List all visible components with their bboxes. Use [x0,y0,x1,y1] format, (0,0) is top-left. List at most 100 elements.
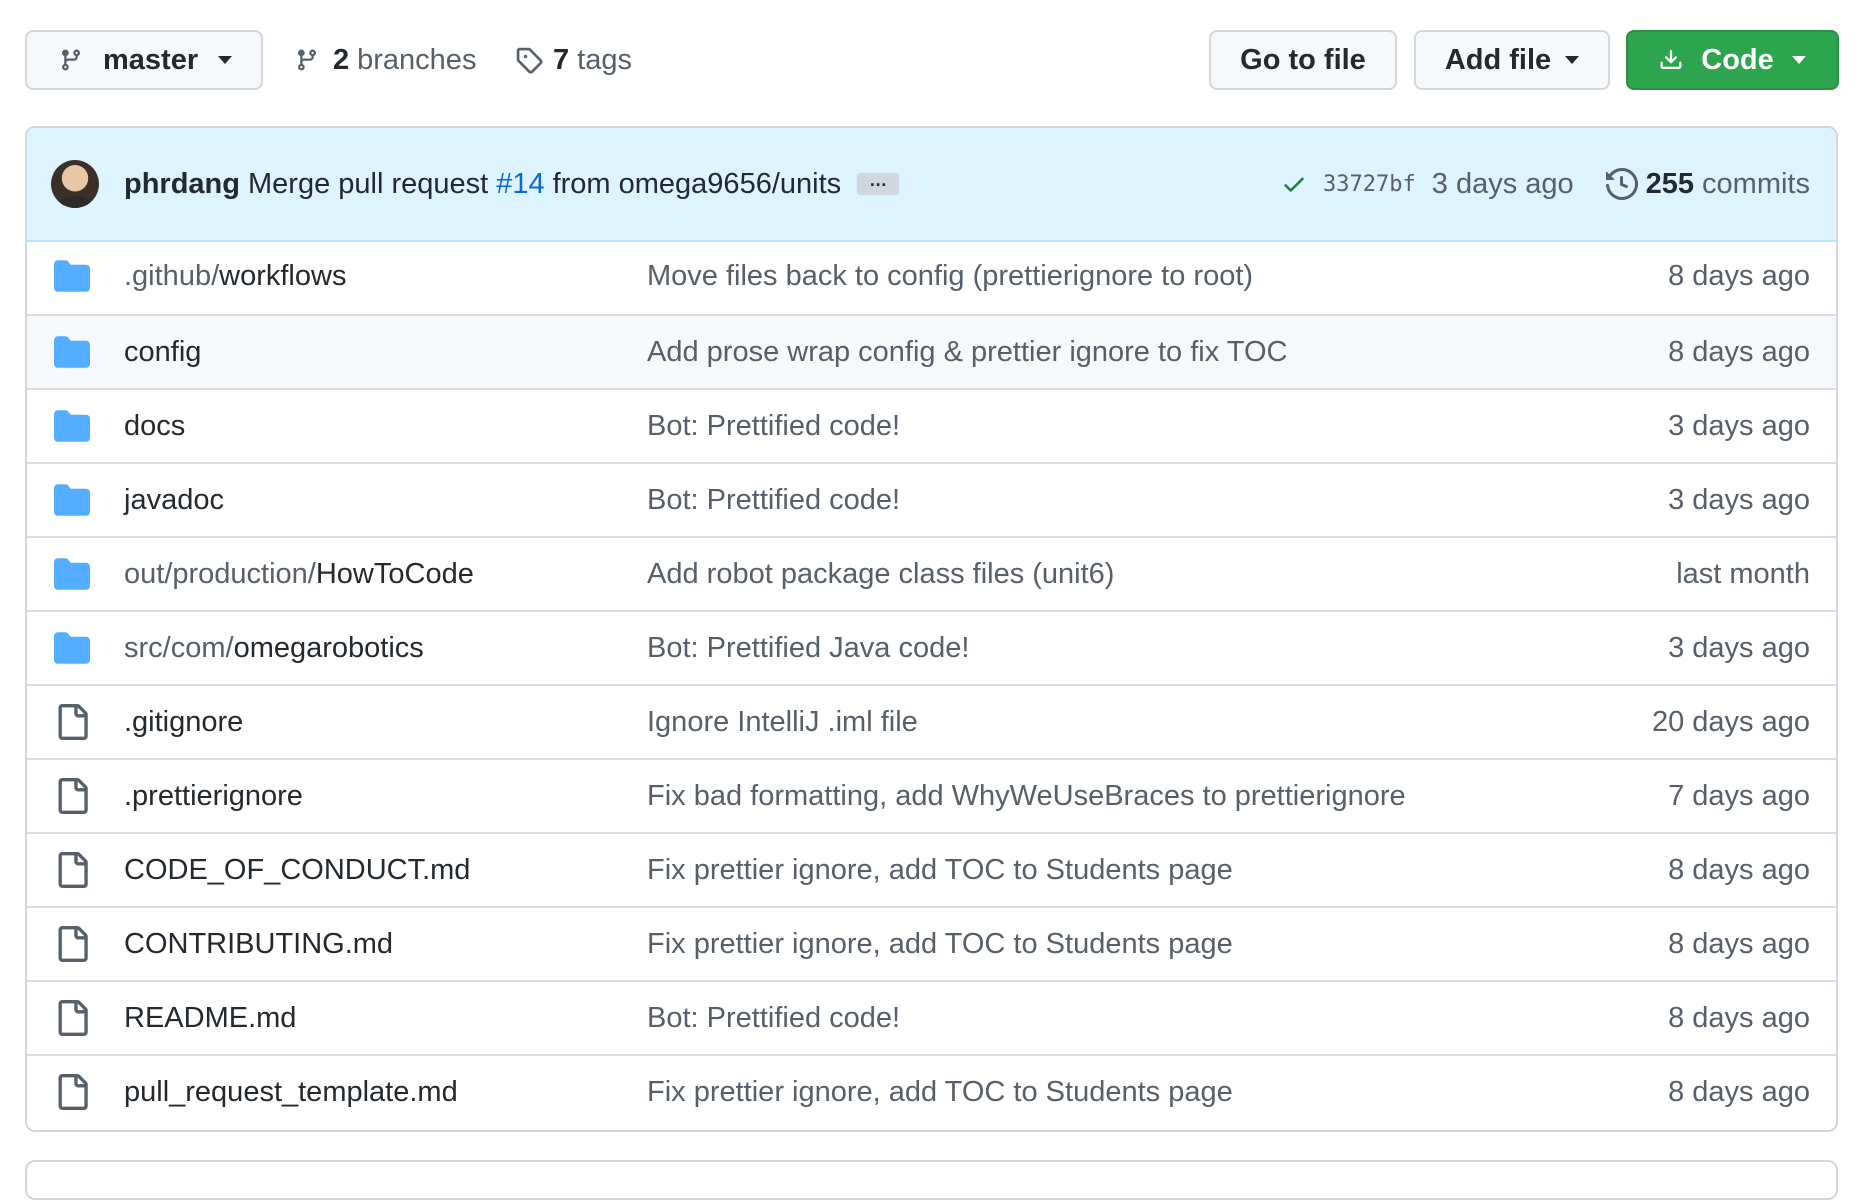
file-name-link[interactable]: out/production/HowToCode [124,538,474,610]
commit-message-start[interactable]: Merge pull request [248,168,488,201]
file-row[interactable]: pull_request_template.md Fix prettier ign… [27,1054,1836,1128]
file-commit-message[interactable]: Bot: Prettified code! [647,982,900,1054]
file-icon [54,1000,90,1036]
file-name-link[interactable]: config [124,316,201,388]
branches-count: 2 [333,43,350,76]
add-file-button[interactable]: Add file [1414,30,1610,90]
file-name: .gitignore [124,705,244,738]
file-commit-message[interactable]: Add prose wrap config & prettier ignore … [647,316,1287,388]
file-commit-message[interactable]: Add robot package class files (unit6) [647,538,1114,610]
file-name-link[interactable]: docs [124,390,185,462]
file-commit-age: 8 days ago [1668,927,1810,960]
folder-icon [54,482,90,518]
commit-details: 33727bf 3 days ago 255 commits [1281,128,1810,240]
commits-count: 255 [1645,167,1695,200]
file-name-link[interactable]: CODE_OF_CONDUCT.md [124,834,470,906]
file-row[interactable]: .prettierignore Fix bad formatting, add W… [27,758,1836,832]
file-commit-message[interactable]: Move files back to config (prettierignor… [647,240,1253,312]
file-commit-age: last month [1676,557,1810,590]
file-name-link[interactable]: README.md [124,982,296,1054]
file-name-link[interactable]: .prettierignore [124,760,303,832]
file-name-link[interactable]: .github/workflows [124,240,346,312]
folder-icon [54,408,90,444]
file-path-prefix: out/production/ [124,557,316,590]
folder-icon [54,334,90,370]
file-name: .prettierignore [124,779,303,812]
file-commit-message[interactable]: Fix bad formatting, add WhyWeUseBraces t… [647,760,1406,832]
file-row[interactable]: docs Bot: Prettified code! 3 days ago [27,388,1836,462]
file-row[interactable]: javadoc Bot: Prettified code! 3 days ago [27,462,1836,536]
file-commit-age: 8 days ago [1668,853,1810,886]
folder-icon [54,630,90,666]
history-icon [1605,168,1638,200]
file-row[interactable]: out/production/HowToCode Add robot packag… [27,536,1836,610]
author-avatar[interactable] [51,160,99,208]
file-row[interactable]: config Add prose wrap config & prettier i… [27,314,1836,388]
go-to-file-button[interactable]: Go to file [1209,30,1397,90]
file-commit-message[interactable]: Fix prettier ignore, add TOC to Students… [647,908,1233,980]
branch-select-button[interactable]: master [25,30,263,90]
file-name: CONTRIBUTING.md [124,927,394,960]
file-name: pull_request_template.md [124,1075,458,1108]
tags-label: tags [577,43,632,76]
file-row[interactable]: README.md Bot: Prettified code! 8 days ago [27,980,1836,1054]
file-icon [54,1074,90,1110]
check-icon[interactable] [1281,171,1307,197]
tag-icon [516,47,543,74]
file-name: config [124,335,202,368]
download-icon [1660,49,1682,69]
file-commit-message[interactable]: Fix prettier ignore, add TOC to Students… [647,834,1233,906]
file-name: CODE_OF_CONDUCT.md [124,853,471,886]
file-commit-age: 3 days ago [1668,631,1810,664]
folder-icon [54,258,90,294]
file-commit-age: 3 days ago [1668,409,1810,442]
file-row[interactable]: .github/workflows Move files back to conf… [27,240,1836,314]
go-to-file-label: Go to file [1240,43,1366,76]
file-commit-age: 3 days ago [1668,483,1810,516]
file-commit-message[interactable]: Fix prettier ignore, add TOC to Students… [647,1056,1233,1128]
file-icon [54,704,90,740]
file-name: HowToCode [315,557,474,590]
file-commit-age: 8 days ago [1668,1075,1810,1108]
code-button[interactable]: Code [1626,30,1839,90]
caret-down-icon [218,56,233,64]
expand-commit-button[interactable]: … [857,171,900,195]
branch-name: master [103,43,199,76]
branches-link[interactable]: 2 branches [295,30,476,90]
branches-label: branches [357,43,477,76]
file-commit-message[interactable]: Bot: Prettified code! [647,464,900,536]
file-row[interactable]: src/com/omegarobotics Bot: Prettified Jav… [27,610,1836,684]
file-commit-message[interactable]: Bot: Prettified Java code! [647,612,969,684]
commits-label: commits [1702,167,1810,200]
commit-author[interactable]: phrdang [124,168,240,201]
file-commit-message[interactable]: Ignore IntelliJ .iml file [647,686,918,758]
add-file-label: Add file [1444,43,1552,76]
file-row[interactable]: .gitignore Ignore IntelliJ .iml file 20 da… [27,684,1836,758]
file-name-link[interactable]: javadoc [124,464,224,536]
pull-request-link[interactable]: #14 [496,168,544,201]
file-name: javadoc [124,483,224,516]
file-path-prefix: src/com/ [124,631,234,664]
commits-link[interactable]: 255 commits [1646,168,1810,201]
commit-message-end[interactable]: from omega9656/units [553,168,842,201]
tags-link[interactable]: 7 tags [515,30,632,90]
git-branch-icon [297,49,316,71]
caret-down-icon [1565,56,1580,64]
file-commit-age: 7 days ago [1668,779,1810,812]
file-name: README.md [124,1001,297,1034]
file-icon [54,852,90,888]
git-branch-icon [61,49,80,71]
file-icon [54,926,90,962]
file-name: docs [124,409,186,442]
file-row[interactable]: CONTRIBUTING.md Fix prettier ignore, add … [27,906,1836,980]
file-commit-message[interactable]: Bot: Prettified code! [647,390,900,462]
code-label: Code [1701,43,1774,76]
file-name-link[interactable]: .gitignore [124,686,243,758]
file-path-prefix: .github/ [124,259,220,292]
file-name-link[interactable]: src/com/omegarobotics [124,612,424,684]
file-name: omegarobotics [233,631,424,664]
file-name-link[interactable]: pull_request_template.md [124,1056,458,1128]
file-row[interactable]: CODE_OF_CONDUCT.md Fix prettier ignore, a… [27,832,1836,906]
file-name-link[interactable]: CONTRIBUTING.md [124,908,393,980]
commit-sha[interactable]: 33727bf [1323,172,1416,197]
